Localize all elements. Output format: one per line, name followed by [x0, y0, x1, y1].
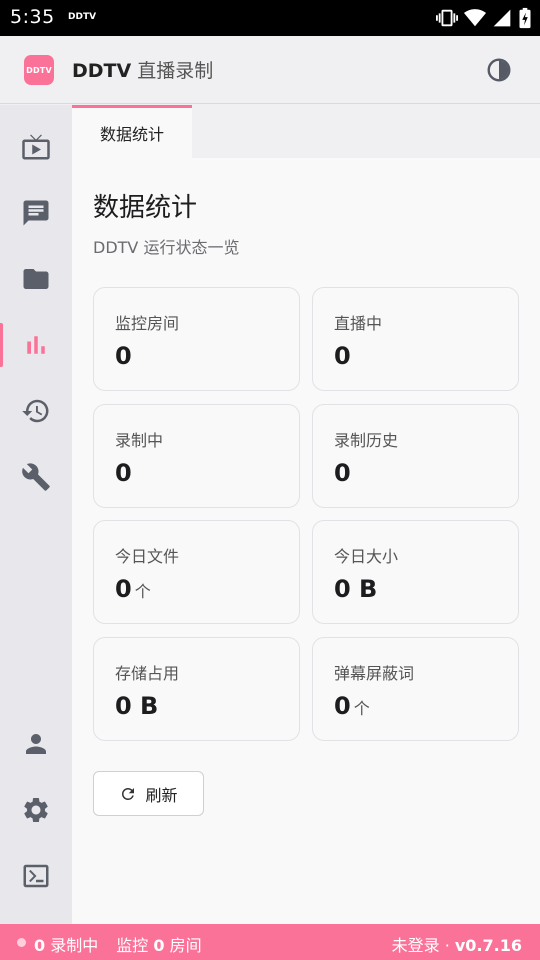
live-tv-icon — [22, 134, 50, 160]
folder-icon — [23, 269, 49, 289]
status-app-label: DDTV — [68, 12, 97, 22]
footer-separator: · — [444, 936, 450, 955]
footer-monitor-suffix: 房间 — [169, 936, 202, 955]
app-title-bold: DDTV — [72, 60, 132, 82]
nav-console[interactable] — [0, 850, 72, 902]
stat-value: 0 — [115, 459, 132, 487]
stat-value: 0 B — [334, 575, 378, 603]
refresh-label: 刷新 — [145, 785, 178, 805]
chat-icon — [23, 200, 49, 226]
stat-card-danmaku-blocklist: 弹幕屏蔽词 0个 — [312, 637, 519, 741]
stat-card-today-files: 今日文件 0个 — [93, 520, 300, 624]
nav-files[interactable] — [0, 253, 72, 305]
battery-charging-icon — [519, 7, 531, 29]
stat-card-live: 直播中 0 — [312, 287, 519, 391]
footer-recording-label: 录制中 — [50, 936, 99, 955]
stat-value: 0 B — [115, 692, 159, 720]
stat-value: 0 — [115, 342, 132, 370]
page-title: 数据统计 — [93, 193, 198, 223]
wifi-icon — [464, 9, 486, 27]
stat-unit: 个 — [353, 699, 370, 718]
stat-label: 弹幕屏蔽词 — [334, 664, 415, 683]
recording-status-dot — [17, 938, 26, 947]
nav-settings[interactable] — [0, 784, 72, 836]
wrench-icon — [22, 463, 50, 491]
signal-icon — [493, 9, 511, 27]
stat-label: 监控房间 — [115, 314, 180, 333]
stat-label: 直播中 — [334, 314, 383, 333]
history-icon — [22, 399, 49, 423]
login-status[interactable]: 未登录 — [392, 936, 440, 955]
nav-statistics[interactable] — [0, 319, 72, 371]
footer-meta: 未登录 · v0.7.16 — [392, 932, 522, 956]
status-time: 5:35 — [10, 6, 55, 28]
vibrate-icon — [436, 9, 458, 27]
theme-toggle-button[interactable] — [486, 57, 512, 83]
refresh-icon — [122, 787, 135, 800]
gear-icon — [24, 798, 48, 822]
stat-value: 0 — [334, 342, 351, 370]
nav-danmaku[interactable] — [0, 187, 72, 239]
footer-status-bar: 0 录制中 监控 0 房间 未登录 · v0.7.16 — [0, 924, 540, 960]
footer-monitor-prefix: 监控 — [116, 936, 149, 955]
bar-chart-icon — [27, 336, 45, 354]
stat-value: 0 — [334, 459, 351, 487]
refresh-button[interactable]: 刷新 — [93, 771, 204, 816]
nav-live-tv[interactable] — [0, 121, 72, 173]
sidebar-nav — [0, 105, 72, 924]
stat-value: 0个 — [115, 575, 151, 603]
stat-label: 录制中 — [115, 431, 164, 450]
terminal-icon — [23, 864, 49, 888]
nav-history[interactable] — [0, 385, 72, 437]
app-title: DDTV 直播录制 — [72, 56, 213, 83]
stat-label: 存储占用 — [115, 664, 180, 683]
stat-unit: 个 — [134, 582, 151, 601]
footer-summary: 0 录制中 监控 0 房间 — [34, 932, 202, 956]
page-subtitle: DDTV 运行状态一览 — [93, 238, 240, 257]
main-content: 数据统计 数据统计 DDTV 运行状态一览 监控房间 0 直播中 0 录制中 0… — [72, 105, 540, 924]
contrast-icon — [487, 58, 511, 82]
stat-card-recording: 录制中 0 — [93, 404, 300, 508]
app-title-rest: 直播录制 — [137, 60, 214, 82]
footer-recording-count: 0 — [34, 936, 46, 955]
stat-label: 今日文件 — [115, 547, 180, 566]
stat-card-monitored-rooms: 监控房间 0 — [93, 287, 300, 391]
tab-bar: 数据统计 — [72, 105, 540, 158]
app-bar: DDTV DDTV 直播录制 — [0, 36, 540, 104]
stat-card-storage-usage: 存储占用 0 B — [93, 637, 300, 741]
status-icons — [436, 7, 532, 29]
nav-tools[interactable] — [0, 451, 72, 503]
app-version: v0.7.16 — [454, 936, 522, 955]
app-logo: DDTV — [24, 55, 54, 85]
stat-value: 0个 — [334, 692, 370, 720]
footer-monitor-count: 0 — [153, 936, 165, 955]
status-bar: 5:35 DDTV — [0, 0, 540, 36]
stat-card-record-history: 录制历史 0 — [312, 404, 519, 508]
nav-account[interactable] — [0, 718, 72, 770]
user-icon — [26, 734, 46, 754]
stat-label: 今日大小 — [334, 547, 399, 566]
stat-card-today-size: 今日大小 0 B — [312, 520, 519, 624]
tab-statistics[interactable]: 数据统计 — [72, 105, 192, 158]
stat-label: 录制历史 — [334, 431, 399, 450]
